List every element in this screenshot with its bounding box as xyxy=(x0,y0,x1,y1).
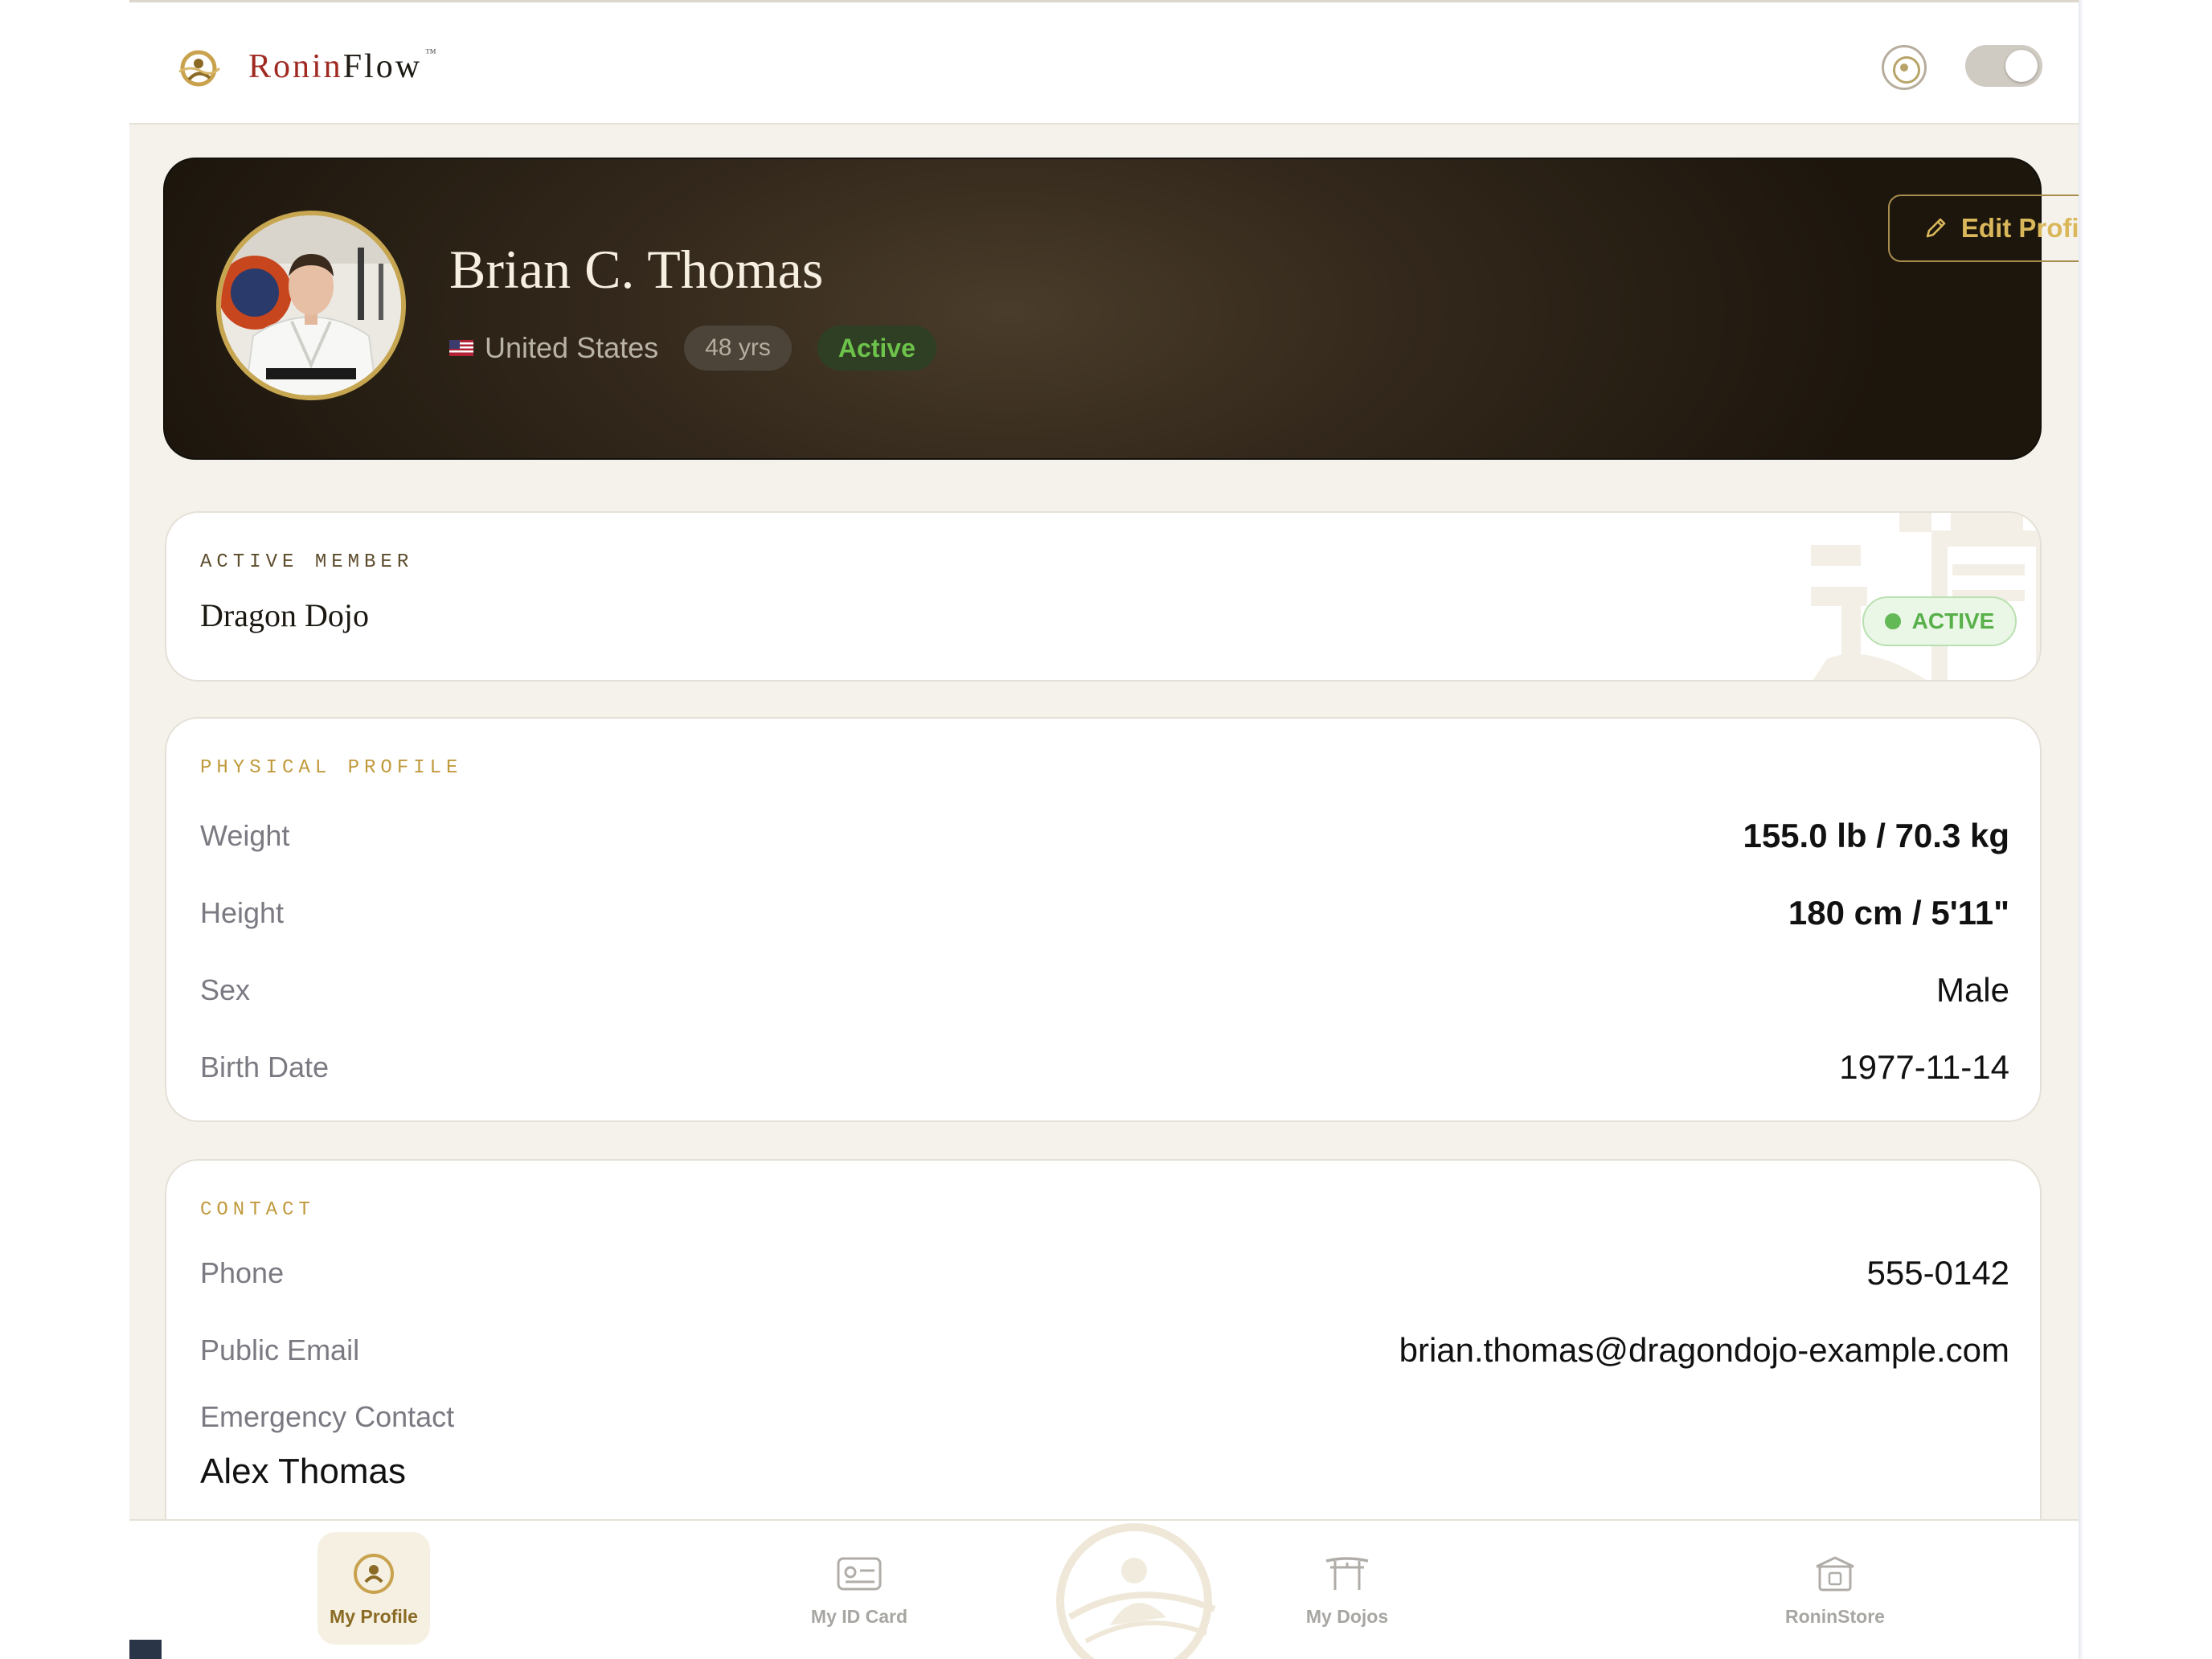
membership-status-badge: ACTIVE xyxy=(1862,596,2017,646)
bottom-nav: My Profile My ID Card My Dojos RoninStor… xyxy=(129,1519,2079,1659)
email-label: Public Email xyxy=(200,1333,360,1366)
brand-name-ronin: Ronin xyxy=(248,48,343,85)
brand-wordmark[interactable]: RoninFlow ™ xyxy=(248,47,436,86)
email-row: Public Email brian.thomas@dragondojo-exa… xyxy=(200,1326,2009,1374)
physical-profile-label: PHYSICAL PROFILE xyxy=(200,757,463,779)
nav-my-id-card-label: My ID Card xyxy=(810,1606,908,1627)
focus-target-button[interactable] xyxy=(1882,45,1927,90)
app-window: RoninFlow ™ Brian C. Thomas United State… xyxy=(129,0,2079,1659)
avatar xyxy=(216,211,406,400)
nav-roninstore-label: RoninStore xyxy=(1785,1606,1885,1627)
roninflow-logo-icon[interactable] xyxy=(174,44,223,89)
phone-row: Phone 555-0142 xyxy=(200,1249,2009,1297)
emergency-contact-label: Emergency Contact xyxy=(200,1400,455,1433)
nav-my-profile-label: My Profile xyxy=(330,1606,418,1627)
edit-profile-label: Edit Profile xyxy=(1960,213,2079,243)
weight-label: Weight xyxy=(200,819,290,852)
member-name: Brian C. Thomas xyxy=(449,239,824,300)
country-name: United States xyxy=(485,331,659,364)
app-header: RoninFlow ™ xyxy=(129,2,2079,125)
age-badge: 48 yrs xyxy=(684,326,792,371)
desktop-corner xyxy=(129,1640,162,1659)
member-country: United States xyxy=(449,331,658,365)
birth-date-row: Birth Date 1977-11-14 xyxy=(200,1043,2009,1092)
edit-profile-button[interactable]: Edit Profile xyxy=(1888,195,2079,262)
profile-hero-card: Brian C. Thomas United States 48 yrs Act… xyxy=(163,158,2079,460)
member-meta: United States 48 yrs Active xyxy=(449,325,936,371)
theme-toggle[interactable] xyxy=(1965,45,2042,87)
store-icon xyxy=(1811,1550,1859,1598)
status-badge: Active xyxy=(817,326,936,371)
contact-label: CONTACT xyxy=(200,1199,315,1221)
phone-value[interactable]: 555-0142 xyxy=(1867,1254,2010,1292)
ronin-emblem-watermark-icon xyxy=(1056,1523,1216,1659)
brand-name-flow: Flow xyxy=(342,48,423,85)
weight-value: 155.0 lb / 70.3 kg xyxy=(1743,817,2009,854)
nav-roninstore[interactable]: RoninStore xyxy=(1779,1532,1891,1645)
height-label: Height xyxy=(200,896,285,929)
nav-my-profile[interactable]: My Profile xyxy=(317,1532,430,1645)
sex-value: Male xyxy=(1936,971,2009,1009)
pencil-icon xyxy=(1926,218,1946,238)
dojo-gate-icon xyxy=(1323,1550,1371,1598)
profile-icon xyxy=(350,1550,398,1598)
birth-date-label: Birth Date xyxy=(200,1051,330,1083)
email-value[interactable]: brian.thomas@dragondojo-example.com xyxy=(1399,1331,2009,1370)
sex-row: Sex Male xyxy=(200,966,2009,1014)
sex-label: Sex xyxy=(200,973,251,1006)
membership-card[interactable]: ACTIVE MEMBER Dragon Dojo ACTIVE xyxy=(165,511,2042,682)
nav-my-dojos[interactable]: My Dojos xyxy=(1291,1532,1403,1645)
status-dot-icon xyxy=(1884,613,1901,629)
nav-my-id-card[interactable]: My ID Card xyxy=(803,1532,916,1645)
height-row: Height 180 cm / 5'11" xyxy=(200,889,2009,937)
weight-row: Weight 155.0 lb / 70.3 kg xyxy=(200,812,2009,860)
id-card-icon xyxy=(835,1550,883,1598)
emergency-contact-value: Alex Thomas xyxy=(200,1452,406,1491)
membership-label: ACTIVE MEMBER xyxy=(200,551,414,573)
physical-profile-card: PHYSICAL PROFILE Weight 155.0 lb / 70.3 … xyxy=(165,717,2042,1122)
dojo-name: Dragon Dojo xyxy=(200,597,369,633)
birth-date-value: 1977-11-14 xyxy=(1839,1048,2009,1086)
nav-my-dojos-label: My Dojos xyxy=(1305,1606,1389,1627)
phone-label: Phone xyxy=(200,1256,285,1289)
membership-status-label: ACTIVE xyxy=(1911,608,1995,633)
trademark-symbol: ™ xyxy=(425,47,436,59)
height-value: 180 cm / 5'11" xyxy=(1788,894,2009,932)
us-flag-icon xyxy=(449,340,473,356)
avatar-photo xyxy=(221,215,401,395)
window-edge-shadow xyxy=(2079,0,2083,1659)
